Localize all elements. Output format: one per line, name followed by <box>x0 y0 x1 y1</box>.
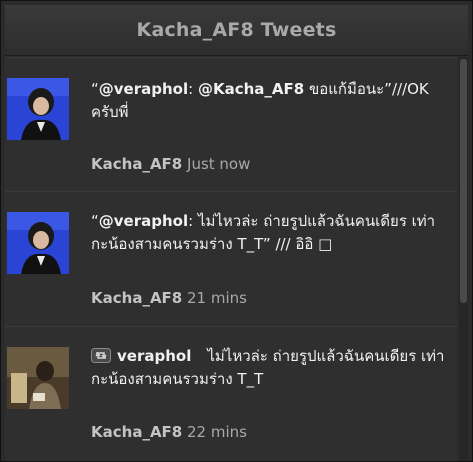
tweet-timestamp[interactable]: 21 mins <box>187 289 247 307</box>
tweet-item[interactable]: veraphol ไม่ไหวล่ะ ถ่ายรูปแล้วฉันคนเดียร … <box>5 326 457 461</box>
widget-title: Kacha_AF8 Tweets <box>136 19 337 41</box>
tweet-timestamp[interactable]: 22 mins <box>187 423 247 441</box>
tweet-timestamp[interactable]: Just now <box>187 155 250 173</box>
mention-link[interactable]: @veraphol <box>99 80 188 98</box>
tweet-item[interactable]: “@veraphol: ไม่ไหวล่ะ ถ่ายรูปแล้วฉันคนเด… <box>5 191 457 327</box>
mention-link[interactable]: @Kacha_AF8 <box>198 80 304 98</box>
tweet-meta: Kacha_AF8 22 mins <box>91 423 247 441</box>
tweet-author[interactable]: Kacha_AF8 <box>91 155 182 173</box>
tweet-item[interactable]: “@veraphol: @Kacha_AF8 ขอแก้มือนะ”///OK … <box>5 57 457 192</box>
avatar[interactable] <box>7 347 69 409</box>
avatar[interactable] <box>7 212 69 274</box>
tweet-meta: Kacha_AF8 21 mins <box>91 289 247 307</box>
retweet-author[interactable]: veraphol <box>117 347 191 365</box>
widget-header: Kacha_AF8 Tweets <box>5 5 468 56</box>
retweet-icon <box>91 347 111 363</box>
tweet-text: “@veraphol: ไม่ไหวล่ะ ถ่ายรูปแล้วฉันคนเด… <box>91 212 436 253</box>
mention-link[interactable]: @veraphol <box>99 212 188 230</box>
tweet-author[interactable]: Kacha_AF8 <box>91 289 182 307</box>
tweet-text: “@veraphol: @Kacha_AF8 ขอแก้มือนะ”///OK … <box>91 80 429 121</box>
scrollbar-thumb[interactable] <box>460 59 467 303</box>
tweet-list[interactable]: “@veraphol: @Kacha_AF8 ขอแก้มือนะ”///OK … <box>5 57 457 461</box>
tweet-widget: Kacha_AF8 Tweets “@veraphol: @Kacha_AF8 … <box>0 0 473 462</box>
tweet-text: veraphol ไม่ไหวล่ะ ถ่ายรูปแล้วฉันคนเดียร … <box>91 347 445 388</box>
tweet-meta: Kacha_AF8 Just now <box>91 155 250 173</box>
tweet-author[interactable]: Kacha_AF8 <box>91 423 182 441</box>
scrollbar[interactable] <box>459 57 468 461</box>
avatar[interactable] <box>7 78 69 140</box>
